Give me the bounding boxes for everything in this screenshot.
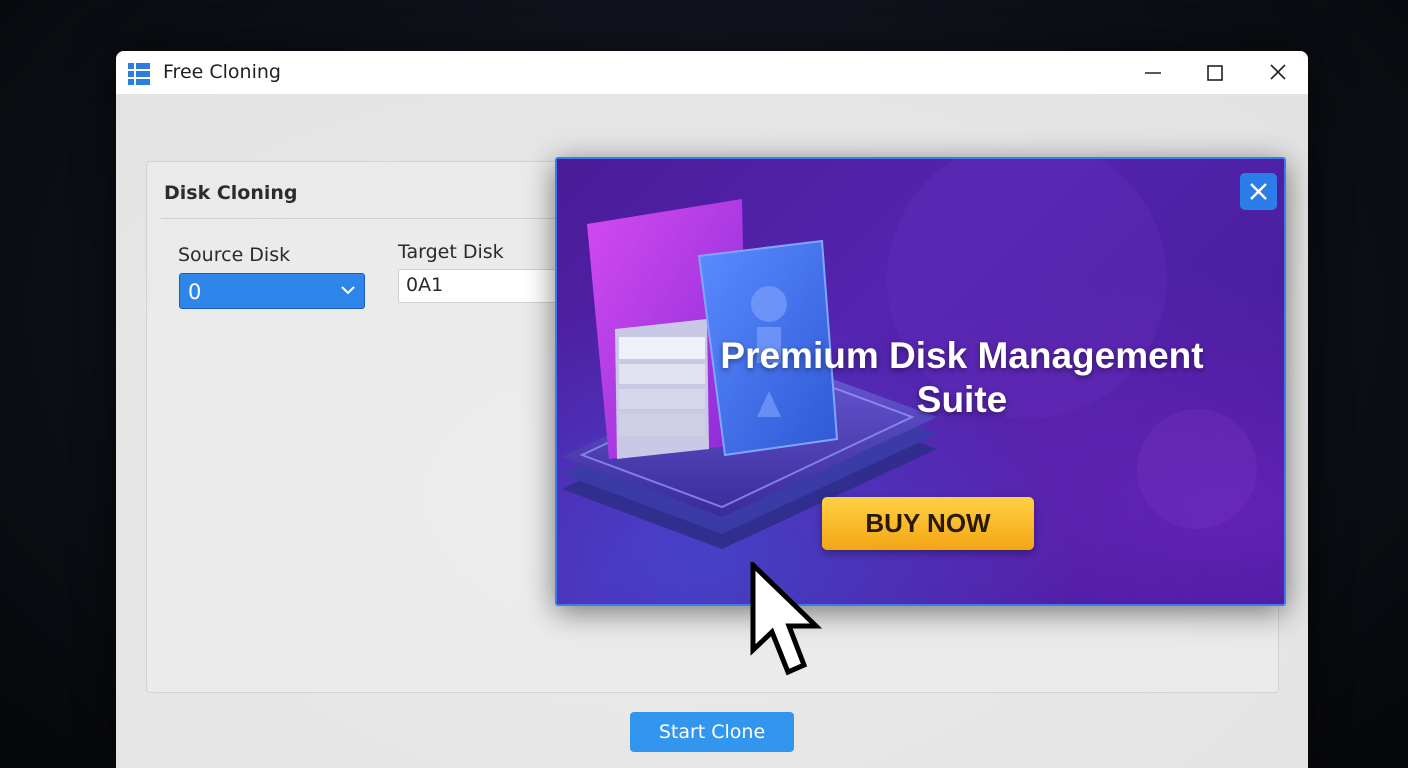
minimize-icon (1145, 72, 1161, 74)
close-button[interactable] (1263, 59, 1293, 87)
start-clone-button[interactable]: Start Clone (630, 712, 794, 752)
source-disk-label: Source Disk (178, 244, 291, 266)
close-icon (1250, 183, 1267, 200)
window-title: Free Cloning (163, 61, 281, 83)
app-icon (128, 63, 150, 85)
close-icon (1270, 64, 1286, 80)
source-disk-select[interactable]: 0 (179, 273, 365, 309)
minimize-button[interactable] (1138, 59, 1168, 87)
maximize-button[interactable] (1200, 59, 1230, 87)
target-disk-field[interactable]: 0A1 (398, 269, 568, 303)
target-disk-label: Target Disk (398, 241, 504, 263)
title-bar: Free Cloning (116, 51, 1308, 94)
maximize-icon (1207, 65, 1223, 81)
mouse-pointer-icon (750, 562, 822, 676)
buy-now-button[interactable]: BUY NOW (822, 497, 1034, 550)
ad-popup: Premium Disk Management Suite BUY NOW (555, 157, 1286, 606)
chevron-down-icon (341, 286, 355, 295)
panel-title: Disk Cloning (164, 182, 298, 204)
ad-title: Premium Disk Management Suite (720, 335, 1204, 420)
ad-close-button[interactable] (1240, 173, 1277, 210)
source-disk-value: 0 (188, 280, 202, 304)
